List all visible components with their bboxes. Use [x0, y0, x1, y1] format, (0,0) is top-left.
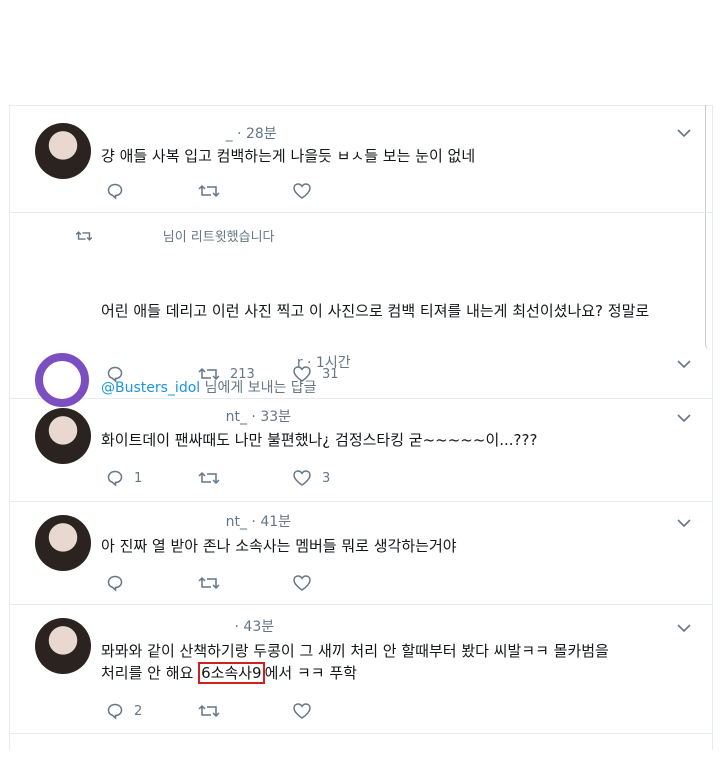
- chevron-down-icon[interactable]: [676, 620, 692, 636]
- tweet[interactable]: nt_ · 33분 화이트데이 팬싸때도 나만 불편했나¿ 검정스타킹 굳~~~…: [10, 398, 712, 502]
- reply-icon: [107, 575, 123, 592]
- tweet-header: · 43분: [101, 616, 275, 636]
- reply-icon: [107, 703, 123, 720]
- retweet-icon: [198, 576, 220, 590]
- retweet-note: 님이 리트윗했습니다: [75, 226, 275, 245]
- like-button[interactable]: [292, 574, 322, 592]
- tweet[interactable]: · 43분 뫄뫄와 같이 산책하기랑 두콩이 그 새끼 처리 안 할때부터 봤다…: [10, 604, 712, 734]
- like-button[interactable]: 31: [292, 365, 339, 383]
- ghost-text: [101, 738, 105, 750]
- tweet-text-line-1: 뫄뫄와 같이 산책하기랑 두콩이 그 새끼 처리 안 할때부터 봤다 씨발ㅋㅋ …: [101, 642, 609, 660]
- retweet-button[interactable]: [198, 469, 230, 487]
- retweet-icon: [198, 704, 220, 718]
- retweet-button[interactable]: 213: [198, 365, 255, 383]
- reply-count: 1: [134, 470, 143, 486]
- reply-count: 2: [134, 703, 143, 719]
- reply-button[interactable]: [106, 182, 134, 200]
- tweet-text: 뫄뫄와 같이 산책하기랑 두콩이 그 새끼 처리 안 할때부터 봤다 씨발ㅋㅋ …: [101, 640, 691, 684]
- timeline-feed: _ · 28분 걍 애들 사복 입고 컴백하는게 나을듯 ㅂㅅ들 보는 눈이 없…: [9, 105, 713, 750]
- user-name-blurred[interactable]: [101, 514, 221, 530]
- tweet-time[interactable]: _ · 28분: [226, 126, 277, 142]
- like-count: 31: [322, 366, 339, 382]
- reply-button[interactable]: 2: [106, 702, 142, 720]
- chevron-down-icon[interactable]: [676, 356, 692, 372]
- tweet-text: 걍 애들 사복 입고 컴백하는게 나을듯 ㅂㅅ들 보는 눈이 없네: [101, 147, 476, 165]
- reply-icon: [107, 470, 123, 487]
- tweet-text-line-2: 처리를 안 해요 6소속사9 에서 ㅋㅋ 푸학: [101, 662, 691, 684]
- like-count: 3: [322, 470, 331, 486]
- tweet-header: _ · 28분: [101, 123, 277, 143]
- retweet-button[interactable]: [198, 182, 230, 200]
- reply-button[interactable]: 1: [106, 469, 142, 487]
- tweet-header: nt_ · 33분: [101, 406, 291, 426]
- retweet-icon: [198, 184, 220, 198]
- retweet-button[interactable]: [198, 702, 230, 720]
- tweet-header: nt_ · 41분: [101, 511, 291, 531]
- retweet-icon: [75, 230, 93, 241]
- reply-button[interactable]: [106, 365, 134, 383]
- like-icon: [293, 575, 311, 591]
- like-button[interactable]: [292, 182, 322, 200]
- tweet-text: 어린 애들 데리고 이런 사진 찍고 이 사진으로 컴백 티져를 내는게 최선이…: [101, 302, 650, 320]
- tweet-text-pre: 처리를 안 해요: [101, 664, 199, 682]
- reply-button[interactable]: [106, 574, 134, 592]
- retweet-icon: [198, 367, 220, 381]
- tweet[interactable]: _ · 28분 걍 애들 사복 입고 컴백하는게 나을듯 ㅂㅅ들 보는 눈이 없…: [10, 105, 712, 213]
- avatar[interactable]: [35, 408, 91, 464]
- like-icon: [293, 183, 311, 199]
- retweet-button[interactable]: [198, 574, 230, 592]
- tweet-time[interactable]: nt_ · 33분: [226, 409, 291, 425]
- reply-icon: [107, 183, 123, 200]
- avatar[interactable]: [35, 123, 91, 179]
- retweet-note-text: 님이 리트윗했습니다: [162, 230, 275, 245]
- reply-icon: [107, 366, 123, 383]
- avatar[interactable]: [35, 515, 91, 571]
- user-name-blurred[interactable]: [101, 126, 221, 142]
- next-tweet-partial[interactable]: [10, 733, 712, 750]
- chevron-down-icon[interactable]: [676, 410, 692, 426]
- like-icon: [293, 470, 311, 486]
- tweet-time[interactable]: · 43분: [235, 619, 275, 635]
- chevron-down-icon[interactable]: [676, 515, 692, 531]
- user-name-blurred[interactable]: [101, 619, 230, 635]
- avatar[interactable]: [35, 618, 91, 674]
- tweet-text-post: 에서 ㅋㅋ 푸학: [264, 664, 357, 682]
- retweet-icon: [198, 471, 220, 485]
- like-button[interactable]: [292, 702, 322, 720]
- user-name-blurred[interactable]: [101, 409, 221, 425]
- like-button[interactable]: 3: [292, 469, 330, 487]
- tweet-text: 아 진짜 열 받아 존나 소속사는 멤버들 뭐로 생각하는거야: [101, 537, 457, 555]
- highlight-box: 6소속사9: [198, 662, 265, 684]
- like-icon: [293, 703, 311, 719]
- tweet[interactable]: nt_ · 41분 아 진짜 열 받아 존나 소속사는 멤버들 뭐로 생각하는거…: [10, 501, 712, 605]
- retweet-count: 213: [230, 366, 255, 382]
- tweet-text: 화이트데이 팬싸때도 나만 불편했나¿ 검정스타킹 굳~~~~~이...???: [101, 431, 538, 449]
- like-icon: [293, 366, 311, 382]
- chevron-down-icon[interactable]: [676, 125, 692, 141]
- tweet-time[interactable]: nt_ · 41분: [226, 514, 291, 530]
